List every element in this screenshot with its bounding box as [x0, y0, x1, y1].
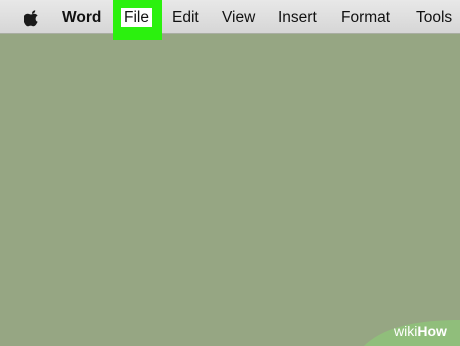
menu-edit[interactable]: Edit — [172, 0, 199, 34]
watermark-wiki: wiki — [394, 323, 418, 339]
apple-logo-icon[interactable] — [24, 9, 40, 27]
watermark-how: How — [417, 323, 447, 339]
menu-word[interactable]: Word — [62, 0, 101, 34]
menu-view[interactable]: View — [222, 0, 255, 34]
menu-insert[interactable]: Insert — [278, 0, 317, 34]
wikihow-watermark: wikiHow — [364, 316, 460, 346]
desktop-background — [0, 34, 460, 346]
menu-file[interactable]: File — [124, 0, 149, 34]
menu-bar: Word File Edit View Insert Format Tools — [0, 0, 460, 40]
menu-tools[interactable]: Tools — [416, 0, 452, 34]
menu-format[interactable]: Format — [341, 0, 390, 34]
